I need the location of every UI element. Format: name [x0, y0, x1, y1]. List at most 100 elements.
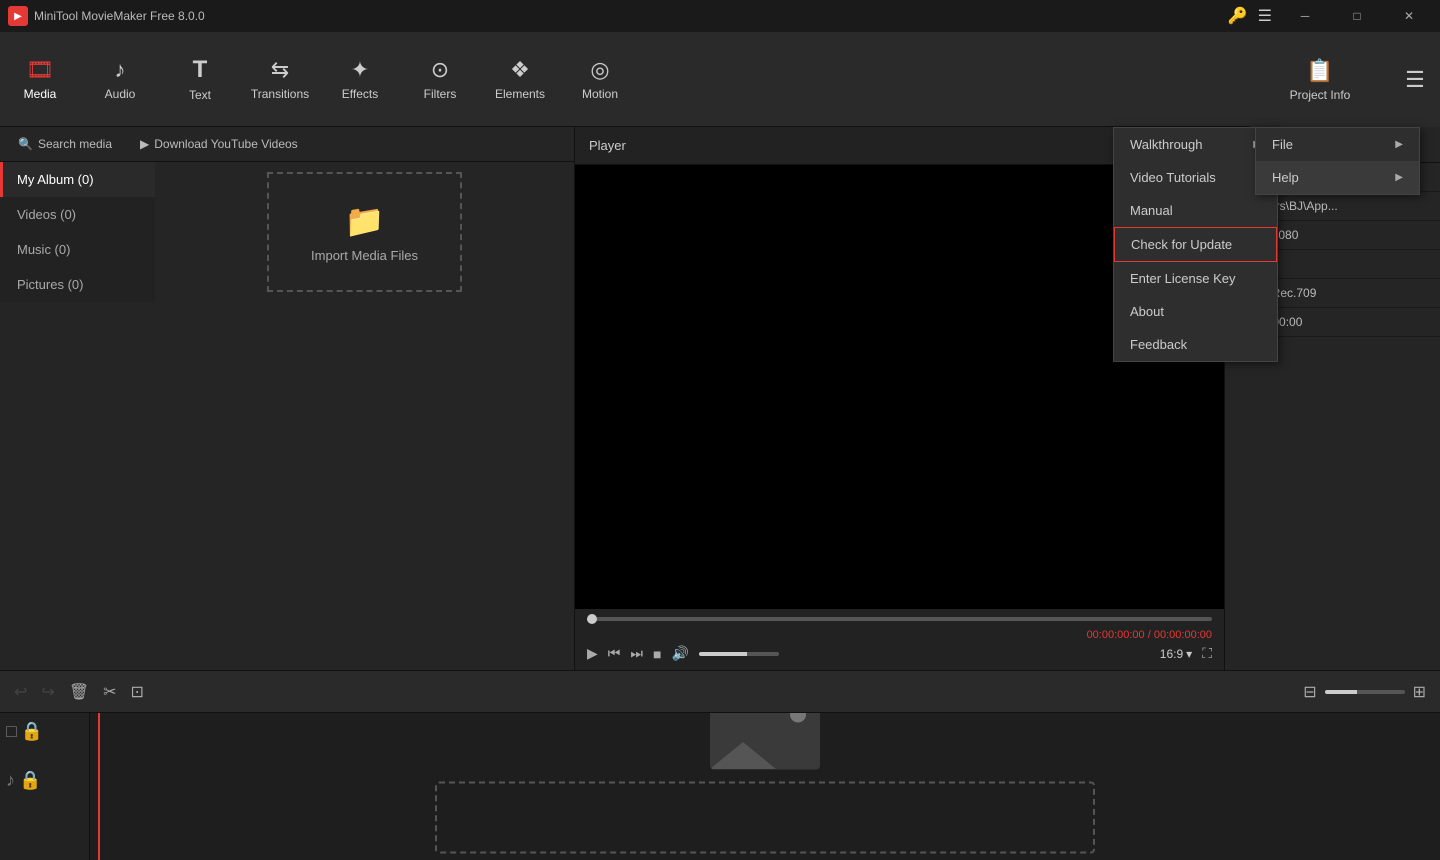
zoom-control: ⊟ ⊞ — [1303, 682, 1426, 702]
transitions-icon: ⇆ — [271, 57, 289, 83]
menu-item-about[interactable]: About — [1114, 295, 1277, 328]
media-icon: 🎞 — [26, 57, 54, 83]
progress-bar[interactable] — [587, 617, 1212, 621]
timeline-drop-zone: Drag and drop materials here to start cr… — [435, 713, 1095, 860]
menu-item-help[interactable]: Help ▶ — [1256, 161, 1419, 194]
add-audio-track-button[interactable]: ♪ 🔒 — [6, 770, 83, 791]
import-media-label: Import Media Files — [311, 248, 418, 263]
ratio-value: 16:9 — [1160, 647, 1183, 661]
menu-item-manual[interactable]: Manual — [1114, 194, 1277, 227]
next-frame-button[interactable]: ⏭ — [630, 645, 643, 662]
menu-item-video-tutorials[interactable]: Video Tutorials — [1114, 161, 1277, 194]
toolbar-media[interactable]: 🎞 Media — [0, 34, 80, 124]
audio-icon: ♪ — [115, 57, 126, 83]
toolbar-effects-label: Effects — [342, 87, 378, 101]
menu-item-walkthrough[interactable]: Walkthrough ▶ — [1114, 128, 1277, 161]
menu-item-check-update[interactable]: Check for Update — [1114, 227, 1277, 262]
timeline-drop-box[interactable] — [435, 781, 1095, 853]
aspect-ratio-select[interactable]: 16:9 ▾ — [1160, 647, 1192, 661]
fullscreen-button[interactable]: ⛶ — [1202, 645, 1212, 662]
toolbar-filters[interactable]: ⊙ Filters — [400, 34, 480, 124]
zoom-in-button[interactable]: ⊞ — [1413, 682, 1426, 702]
motion-icon: ◎ — [590, 57, 609, 83]
progress-thumb — [587, 614, 597, 624]
undo-button[interactable]: ↩ — [14, 682, 27, 702]
minimize-button[interactable]: ─ — [1282, 0, 1328, 32]
stop-button[interactable]: ■ — [653, 646, 661, 662]
help-menu-dropdown: Walkthrough ▶ Video Tutorials Manual Che… — [1113, 127, 1278, 362]
import-media-box[interactable]: 📁 Import Media Files — [267, 172, 462, 292]
timeline-main-area: Drag and drop materials here to start cr… — [90, 713, 1440, 860]
titlebar: MiniTool MovieMaker Free 8.0.0 🔑 ☰ ─ □ ✕ — [0, 0, 1440, 32]
cut-button[interactable]: ✂ — [103, 682, 116, 702]
time-current: 00:00:00:00 — [1087, 629, 1145, 641]
volume-slider[interactable] — [699, 652, 779, 656]
toolbar-media-label: Media — [24, 87, 57, 101]
add-audio-icon: ♪ — [6, 770, 15, 791]
playback-controls: ▶ ⏮ ⏭ ■ 🔊 16:9 ▾ ⛶ — [587, 645, 1212, 662]
zoom-out-button[interactable]: ⊟ — [1303, 682, 1316, 702]
sidebar-nav: My Album (0) Videos (0) Music (0) Pictur… — [0, 162, 155, 302]
sidebar-item-videos[interactable]: Videos (0) — [0, 197, 155, 232]
time-display: 00:00:00:00 / 00:00:00:00 — [1087, 629, 1212, 641]
toolbar-transitions-label: Transitions — [251, 87, 309, 101]
close-button[interactable]: ✕ — [1386, 0, 1432, 32]
hamburger-icon: ☰ — [1405, 67, 1425, 93]
toolbar-elements[interactable]: ❖ Elements — [480, 34, 560, 124]
add-video-icon: □ — [6, 721, 17, 742]
toolbar-text-label: Text — [189, 88, 211, 102]
toolbar-motion-label: Motion — [582, 87, 618, 101]
toolbar-hamburger[interactable]: ☰ — [1390, 35, 1440, 125]
player-title: Player — [589, 138, 626, 153]
effects-icon: ✦ — [351, 57, 369, 83]
zoom-slider[interactable] — [1325, 690, 1405, 694]
play-button[interactable]: ▶ — [587, 645, 598, 662]
toolbar-motion[interactable]: ◎ Motion — [560, 34, 640, 124]
lock-audio-icon: 🔒 — [19, 770, 41, 791]
volume-icon[interactable]: 🔊 — [671, 645, 688, 662]
add-video-track-button[interactable]: □ 🔒 — [6, 721, 83, 742]
menu-item-enter-license[interactable]: Enter License Key — [1114, 262, 1277, 295]
timeline-side-panel: □ 🔒 ♪ 🔒 — [0, 713, 90, 860]
toolbar-effects[interactable]: ✦ Effects — [320, 34, 400, 124]
ratio-dropdown-arrow: ▾ — [1186, 647, 1192, 661]
search-media-label: Search media — [38, 137, 112, 151]
redo-button[interactable]: ↪ — [41, 682, 54, 702]
help-arrow: ▶ — [1395, 172, 1403, 183]
playhead — [98, 713, 100, 860]
app-title: MiniTool MovieMaker Free 8.0.0 — [34, 9, 1222, 23]
sidebar-item-myalbum[interactable]: My Album (0) — [0, 162, 155, 197]
toolbar-project-info[interactable]: 📋 Project Info — [1250, 35, 1390, 125]
toolbar-audio[interactable]: ♪ Audio — [80, 34, 160, 124]
sidebar-item-pictures[interactable]: Pictures (0) — [0, 267, 155, 302]
prev-frame-button[interactable]: ⏮ — [608, 645, 621, 662]
filters-icon: ⊙ — [431, 57, 449, 83]
media-search-bar: 🔍 Search media ▶ Download YouTube Videos — [0, 127, 574, 162]
sidebar-item-music[interactable]: Music (0) — [0, 232, 155, 267]
timeline-drop-image — [710, 713, 820, 769]
media-sidebar: My Album (0) Videos (0) Music (0) Pictur… — [0, 162, 574, 302]
folder-icon: 📁 — [345, 202, 385, 240]
toolbar-transitions[interactable]: ⇆ Transitions — [240, 34, 320, 124]
timeline-toolbar: ↩ ↪ 🗑 ✂ ⊡ ⊟ ⊞ — [0, 671, 1440, 713]
maximize-button[interactable]: □ — [1334, 0, 1380, 32]
crop-button[interactable]: ⊡ — [131, 682, 144, 702]
toolbar: 🎞 Media ♪ Audio T Text ⇆ Transitions ✦ E… — [0, 32, 1440, 127]
file-arrow: ▶ — [1395, 139, 1403, 150]
file-help-menu-dropdown: File ▶ Help ▶ — [1255, 127, 1420, 195]
elements-icon: ❖ — [510, 57, 530, 83]
search-icon: 🔍 — [18, 137, 33, 151]
menu-item-feedback[interactable]: Feedback — [1114, 328, 1277, 361]
hamburger-menu[interactable]: ☰ — [1258, 6, 1272, 26]
delete-button[interactable]: 🗑 — [69, 682, 89, 702]
key-icon: 🔑 — [1228, 6, 1248, 26]
project-info-icon: 📋 — [1306, 58, 1333, 84]
time-total: 00:00:00:00 — [1154, 629, 1212, 641]
download-youtube-button[interactable]: ▶ Download YouTube Videos — [132, 133, 306, 155]
toolbar-text[interactable]: T Text — [160, 34, 240, 124]
menu-item-file[interactable]: File ▶ — [1256, 128, 1419, 161]
text-icon: T — [193, 56, 208, 84]
search-media-button[interactable]: 🔍 Search media — [10, 133, 120, 155]
timeline-content: □ 🔒 ♪ 🔒 Drag and drop materials here to … — [0, 713, 1440, 860]
toolbar-project-info-label: Project Info — [1290, 88, 1351, 102]
